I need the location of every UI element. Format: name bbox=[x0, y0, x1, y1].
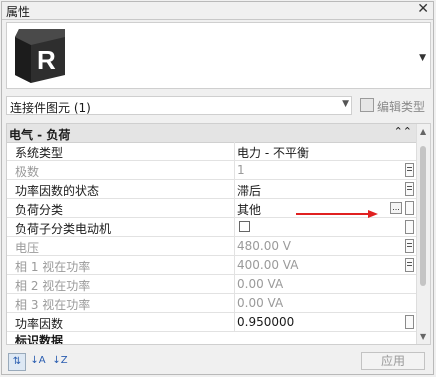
vertical-scrollbar[interactable]: ▲ ▼ bbox=[416, 124, 430, 344]
property-value[interactable]: 0.950000 bbox=[237, 315, 294, 329]
property-value: 400.00 VA bbox=[237, 258, 299, 272]
properties-panel: 属性 ✕ R ▼ 连接件图元 (1) ▼ 编辑类型 电气 - 负荷 ⌃⌃ 系统类… bbox=[1, 1, 434, 375]
associate-parameter-button[interactable] bbox=[405, 315, 414, 329]
property-grid: 电气 - 负荷 ⌃⌃ 系统类型 电力 - 不平衡 极数 1 功率因数的状态 滞后… bbox=[6, 123, 431, 345]
property-row[interactable]: 相 3 视在功率 0.00 VA bbox=[7, 294, 416, 313]
property-name: 功率因数的状态 bbox=[15, 184, 100, 198]
property-row[interactable]: 极数 1 bbox=[7, 161, 416, 180]
element-filter-dropdown[interactable]: 连接件图元 (1) ▼ bbox=[6, 96, 352, 115]
property-value: 0.00 VA bbox=[237, 296, 284, 310]
property-value: 0.00 VA bbox=[237, 277, 284, 291]
property-row[interactable]: 相 1 视在功率 400.00 VA bbox=[7, 256, 416, 275]
property-row[interactable]: 负荷子分类电动机 bbox=[7, 218, 416, 237]
group-header-identity-data[interactable]: 标识数据 bbox=[15, 332, 63, 344]
edit-type-icon bbox=[360, 98, 374, 112]
property-name: 相 2 视在功率 bbox=[15, 279, 91, 293]
sort-descending-icon[interactable]: ↓Z bbox=[52, 353, 68, 369]
element-filter-label: 连接件图元 (1) bbox=[10, 101, 91, 115]
revit-logo-icon: R bbox=[15, 29, 65, 83]
chevron-down-icon[interactable]: ▼ bbox=[419, 53, 426, 63]
logo-letter: R bbox=[37, 45, 56, 75]
property-name: 功率因数 bbox=[15, 317, 64, 331]
associate-parameter-button[interactable] bbox=[405, 182, 414, 196]
associate-parameter-button[interactable] bbox=[405, 239, 414, 253]
type-preview[interactable]: R ▼ bbox=[6, 22, 431, 89]
chevron-down-icon: ▼ bbox=[342, 99, 349, 109]
collapse-icon[interactable]: ⌃⌃ bbox=[394, 125, 412, 138]
group-header-electrical-loads[interactable]: 电气 - 负荷 ⌃⌃ bbox=[7, 124, 416, 143]
associate-parameter-button[interactable] bbox=[405, 220, 414, 234]
property-name: 电压 bbox=[15, 241, 40, 255]
annotation-arrow-icon bbox=[296, 210, 378, 218]
panel-title: 属性 bbox=[6, 5, 31, 19]
property-value[interactable]: 电力 - 不平衡 bbox=[237, 144, 309, 161]
title-bar: 属性 ✕ bbox=[2, 1, 433, 20]
property-row[interactable]: 功率因数 0.950000 bbox=[7, 313, 416, 332]
property-name: 负荷分类 bbox=[15, 203, 64, 217]
property-name: 极数 bbox=[15, 165, 40, 179]
property-row[interactable]: 电压 480.00 V bbox=[7, 237, 416, 256]
close-icon[interactable]: ✕ bbox=[417, 1, 429, 17]
motor-checkbox[interactable] bbox=[239, 221, 250, 232]
group-label: 电气 - 负荷 bbox=[9, 128, 71, 142]
bottom-toolbar: ⇅ ↓A ↓Z 应用 bbox=[6, 350, 431, 372]
property-row[interactable]: 系统类型 电力 - 不平衡 bbox=[7, 142, 416, 161]
associate-parameter-button[interactable] bbox=[405, 163, 414, 177]
property-value: 480.00 V bbox=[237, 239, 292, 253]
sort-grouped-icon[interactable]: ⇅ bbox=[8, 353, 26, 371]
edit-type-label: 编辑类型 bbox=[377, 100, 426, 114]
apply-button[interactable]: 应用 bbox=[361, 352, 425, 370]
property-name: 负荷子分类电动机 bbox=[15, 222, 112, 236]
browse-button[interactable]: ... bbox=[390, 202, 402, 214]
property-name: 相 1 视在功率 bbox=[15, 260, 91, 274]
scroll-down-icon[interactable]: ▼ bbox=[420, 332, 426, 341]
property-row[interactable]: 功率因数的状态 滞后 bbox=[7, 180, 416, 199]
scrollbar-thumb[interactable] bbox=[420, 146, 426, 286]
property-value[interactable]: 滞后 bbox=[237, 182, 261, 199]
associate-parameter-button[interactable] bbox=[405, 201, 414, 215]
property-name: 系统类型 bbox=[15, 146, 64, 160]
edit-type-button[interactable]: 编辑类型 bbox=[357, 96, 431, 115]
property-name: 相 3 视在功率 bbox=[15, 298, 91, 312]
property-row[interactable]: 相 2 视在功率 0.00 VA bbox=[7, 275, 416, 294]
scroll-up-icon[interactable]: ▲ bbox=[420, 127, 426, 136]
property-value[interactable]: 其他 bbox=[237, 201, 261, 218]
associate-parameter-button[interactable] bbox=[405, 258, 414, 272]
type-selector-bar: 连接件图元 (1) ▼ 编辑类型 bbox=[6, 96, 431, 115]
property-value: 1 bbox=[237, 163, 245, 177]
sort-ascending-icon[interactable]: ↓A bbox=[30, 353, 46, 369]
